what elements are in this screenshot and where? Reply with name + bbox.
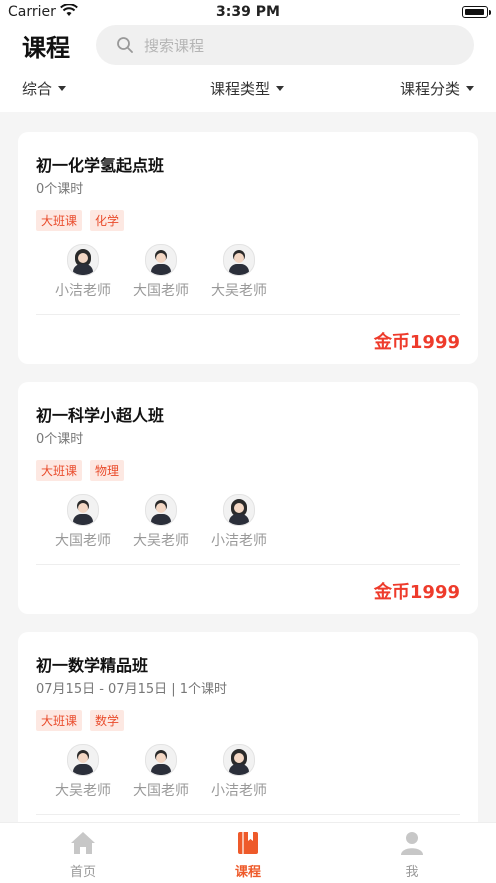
tab-label: 首页 (69, 865, 96, 880)
teacher-avatar (223, 744, 255, 776)
teacher-avatar (145, 744, 177, 776)
course-card[interactable]: 初一化学氢起点班 0个课时 大班课 化学 小洁老师 大国老师 大吴老师 金币19… (18, 132, 478, 364)
teacher-name: 大吴老师 (211, 283, 267, 299)
user-icon (399, 832, 425, 859)
teacher-list: 小洁老师 大国老师 大吴老师 (44, 244, 278, 300)
status-bar: Carrier 3:39 PM (0, 0, 496, 24)
caret-down-icon (466, 86, 474, 91)
course-title: 初一科学小超人班 (36, 406, 165, 425)
teacher-avatar (145, 244, 177, 276)
teacher-name: 大国老师 (55, 533, 111, 549)
teacher-item: 小洁老师 (200, 744, 278, 800)
course-tag: 大班课 (36, 210, 83, 231)
filter-bar: 综合 课程类型 课程分类 (0, 78, 496, 102)
teacher-avatar (67, 744, 99, 776)
tab-course[interactable]: 课程 (188, 831, 308, 880)
teacher-name: 大国老师 (133, 283, 189, 299)
tab-home[interactable]: 首页 (23, 831, 143, 880)
teacher-item: 大国老师 (122, 744, 200, 800)
course-meta: 0个课时 (36, 432, 84, 447)
teacher-item: 大吴老师 (44, 744, 122, 800)
caret-down-icon (58, 86, 67, 91)
battery-icon (462, 6, 488, 18)
filter-label: 课程类型 (210, 80, 271, 98)
course-tags: 大班课 化学 (36, 210, 125, 231)
filter-course-category[interactable]: 课程分类 (400, 78, 474, 99)
course-price: 金币1999 (373, 582, 460, 603)
teacher-avatar (223, 244, 255, 276)
status-time: 3:39 PM (216, 4, 280, 20)
card-divider (36, 564, 460, 565)
course-tag: 化学 (90, 210, 125, 231)
course-tags: 大班课 数学 (36, 710, 125, 731)
course-price: 金币1999 (373, 332, 460, 353)
page-title: 课程 (22, 34, 70, 62)
filter-label: 综合 (22, 80, 53, 98)
top-header: Carrier 3:39 PM 课程 综合 课程类型 课程分类 (0, 0, 496, 112)
teacher-item: 大国老师 (122, 244, 200, 300)
teacher-list: 大国老师 大吴老师 小洁老师 (44, 494, 278, 550)
teacher-name: 小洁老师 (211, 533, 267, 549)
teacher-name: 小洁老师 (55, 283, 111, 299)
course-card[interactable]: 初一科学小超人班 0个课时 大班课 物理 大国老师 大吴老师 小洁老师 金币19… (18, 382, 478, 614)
teacher-item: 小洁老师 (44, 244, 122, 300)
caret-down-icon (276, 86, 285, 91)
course-title: 初一化学氢起点班 (36, 156, 165, 175)
teacher-item: 大国老师 (44, 494, 122, 550)
course-tag: 数学 (90, 710, 125, 731)
teacher-name: 大国老师 (133, 783, 189, 799)
teacher-avatar (67, 494, 99, 526)
filter-course-type[interactable]: 课程类型 (210, 78, 285, 99)
filter-label: 课程分类 (399, 80, 460, 98)
course-meta: 0个课时 (36, 182, 84, 197)
card-divider (36, 814, 460, 815)
course-title: 初一数学精品班 (36, 656, 149, 675)
tab-bar: 首页 课程 我 (0, 822, 496, 883)
course-tag: 大班课 (36, 710, 83, 731)
home-icon (70, 832, 96, 859)
teacher-name: 大吴老师 (55, 783, 111, 799)
teacher-item: 小洁老师 (200, 494, 278, 550)
teacher-avatar (145, 494, 177, 526)
search-input[interactable] (142, 25, 446, 67)
course-tag: 大班课 (36, 460, 83, 481)
teacher-avatar (67, 244, 99, 276)
course-tags: 大班课 物理 (36, 460, 125, 481)
course-tag: 物理 (90, 460, 125, 481)
search-icon (116, 36, 134, 58)
tab-label: 课程 (234, 865, 261, 880)
search-bar[interactable] (96, 25, 474, 67)
card-divider (36, 314, 460, 315)
teacher-list: 大吴老师 大国老师 小洁老师 (44, 744, 278, 800)
teacher-name: 小洁老师 (211, 783, 267, 799)
teacher-avatar (223, 494, 255, 526)
filter-comprehensive[interactable]: 综合 (22, 78, 67, 99)
book-icon (236, 832, 260, 859)
course-meta: 07月15日 - 07月15日 | 1个课时 (36, 682, 228, 697)
tab-label: 我 (405, 865, 419, 880)
teacher-item: 大吴老师 (122, 494, 200, 550)
tab-me[interactable]: 我 (352, 831, 472, 880)
teacher-name: 大吴老师 (133, 533, 189, 549)
teacher-item: 大吴老师 (200, 244, 278, 300)
